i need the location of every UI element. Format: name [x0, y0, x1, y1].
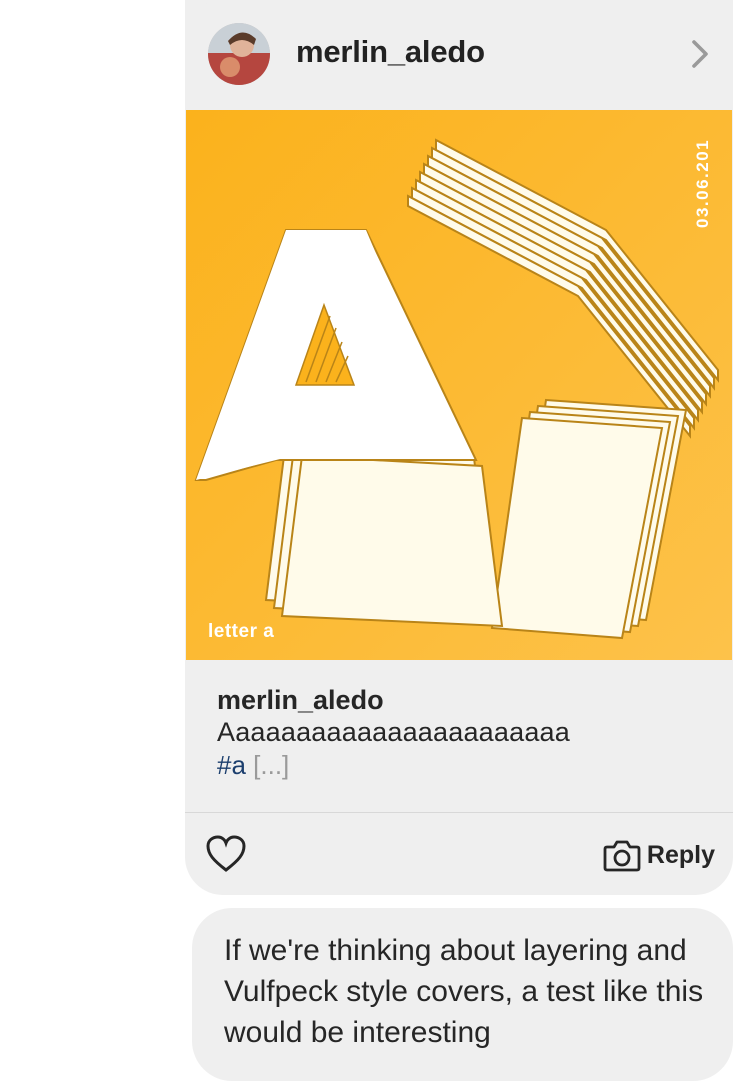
message-bubble[interactable]: If we're thinking about layering and Vul…	[192, 908, 733, 1081]
heart-icon[interactable]	[205, 834, 247, 874]
reply-button[interactable]: Reply	[603, 834, 715, 876]
hashtag-link[interactable]: #a	[217, 750, 246, 780]
reply-label: Reply	[646, 840, 715, 869]
author-avatar[interactable]	[208, 23, 270, 85]
message-text: If we're thinking about layering and Vul…	[224, 934, 704, 1049]
caption-text: Aaaaaaaaaaaaaaaaaaaaaaa	[217, 717, 570, 747]
caption-username[interactable]: merlin_aledo	[217, 684, 707, 716]
post-author-name[interactable]: merlin_aledo	[296, 34, 485, 70]
divider	[185, 812, 733, 813]
camera-icon	[603, 840, 641, 872]
post-caption: merlin_aledo Aaaaaaaaaaaaaaaaaaaaaaa #a …	[217, 684, 707, 782]
post-image[interactable]: 03.06.201 letter a	[186, 110, 732, 660]
caption-more[interactable]: [...]	[253, 750, 289, 780]
post-header[interactable]: merlin_aledo	[185, 0, 733, 110]
caption-tags: #a [...]	[217, 748, 707, 782]
image-date-text: 03.06.201	[693, 139, 712, 228]
shared-post-card[interactable]: merlin_aledo 03.06.201 letter a merlin_a…	[185, 0, 733, 895]
chevron-right-icon[interactable]	[687, 38, 713, 70]
image-corner-text: letter a	[208, 621, 274, 642]
